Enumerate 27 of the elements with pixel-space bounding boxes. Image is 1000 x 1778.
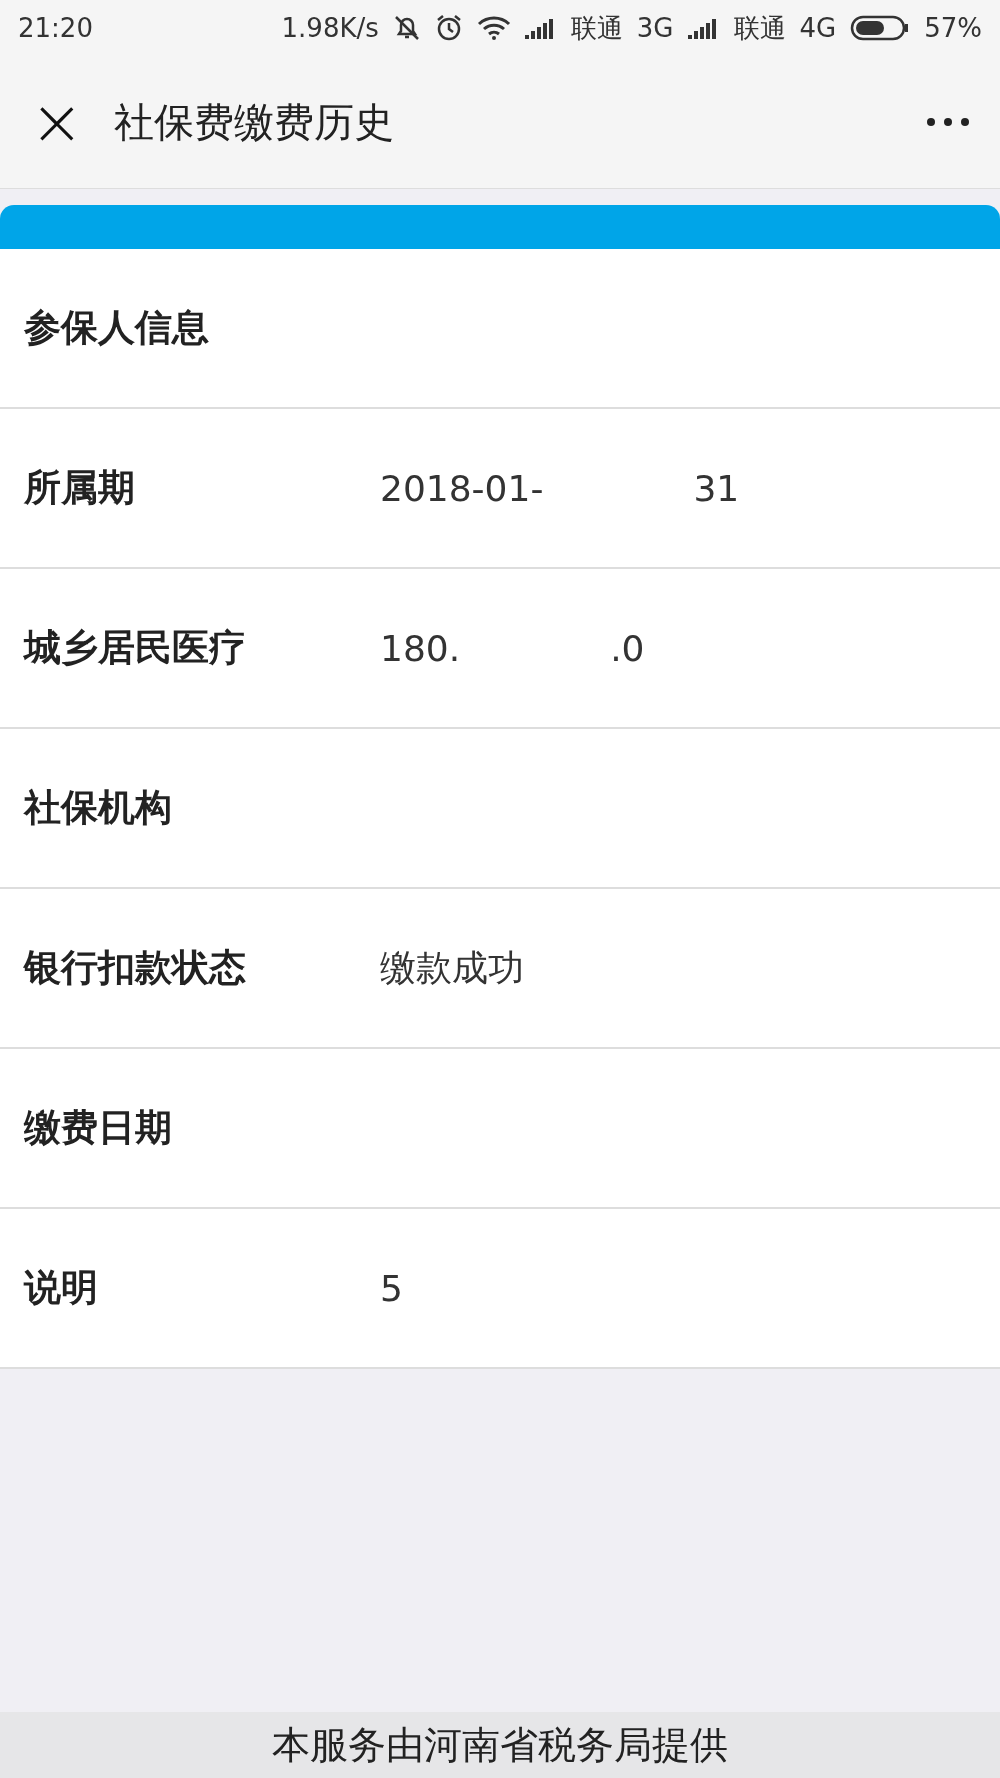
battery-icon <box>850 14 911 42</box>
field-value: 31 <box>693 467 740 509</box>
battery-percent: 57% <box>924 13 982 43</box>
page-title: 社保费缴费历史 <box>113 97 395 147</box>
field-label: 银行扣款状态 <box>24 945 247 991</box>
field-label: 所属期 <box>24 465 136 511</box>
field-value: .0 <box>610 627 645 669</box>
field-label: 参保人信息 <box>24 305 210 351</box>
carrier-name: 联通 <box>570 11 623 45</box>
field-value: 180. <box>380 627 461 669</box>
network-speed: 1.98K/s <box>281 13 379 43</box>
field-label: 城乡居民医疗 <box>24 625 247 671</box>
network-type: 3G <box>636 13 674 43</box>
footer-text: 本服务由河南省税务局提供 <box>272 1721 728 1769</box>
carrier-name: 联通 <box>733 11 786 45</box>
field-label: 说明 <box>24 1265 99 1311</box>
field-label: 缴费日期 <box>24 1105 173 1151</box>
field-label: 社保机构 <box>24 785 173 831</box>
field-value: 2018-01- <box>380 467 544 509</box>
wifi-icon <box>476 16 511 40</box>
field-value: 缴款成功 <box>380 945 524 990</box>
more-icon[interactable] <box>926 117 970 127</box>
close-button[interactable]: × <box>30 90 84 154</box>
status-time: 21:20 <box>18 13 93 43</box>
field-value: 5 <box>380 1267 403 1309</box>
muted-bell-icon <box>392 14 421 42</box>
network-type: 4G <box>799 13 837 43</box>
